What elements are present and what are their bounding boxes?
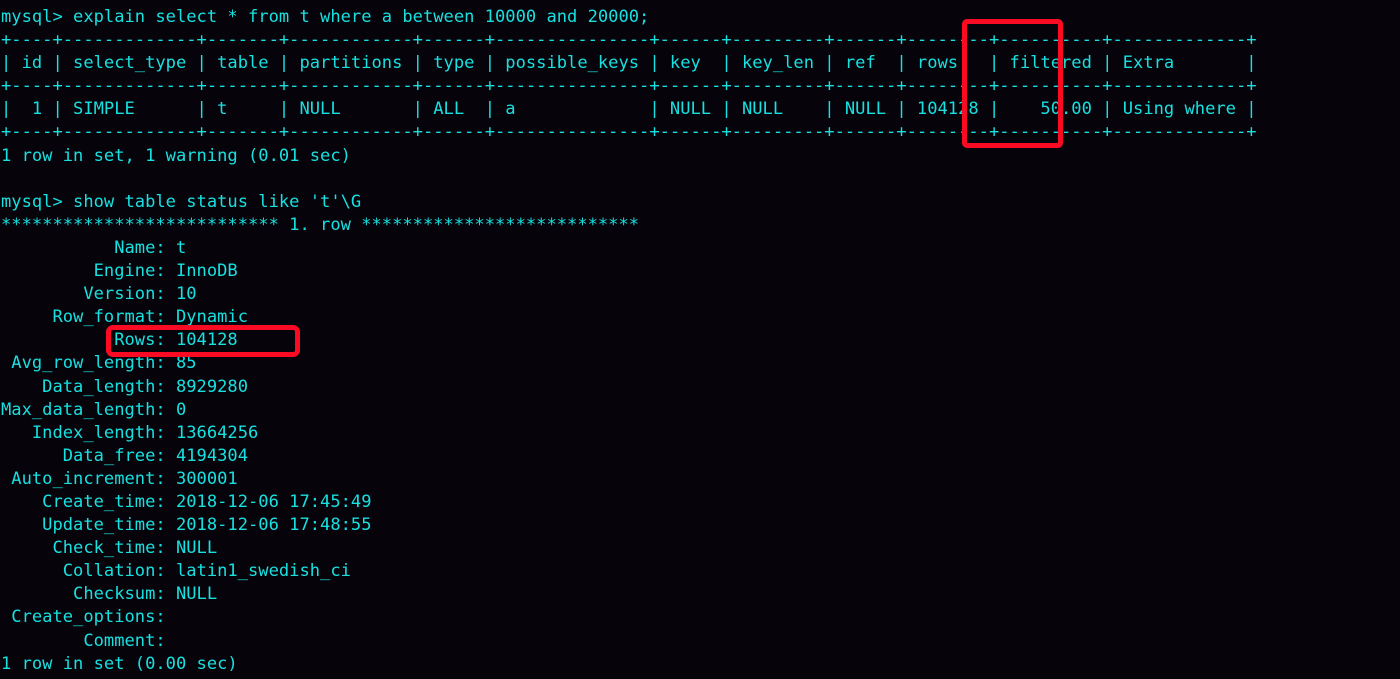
terminal-output: mysql> explain select * from t where a b… bbox=[1, 7, 1257, 674]
terminal-window[interactable]: mysql> explain select * from t where a b… bbox=[0, 0, 1400, 679]
